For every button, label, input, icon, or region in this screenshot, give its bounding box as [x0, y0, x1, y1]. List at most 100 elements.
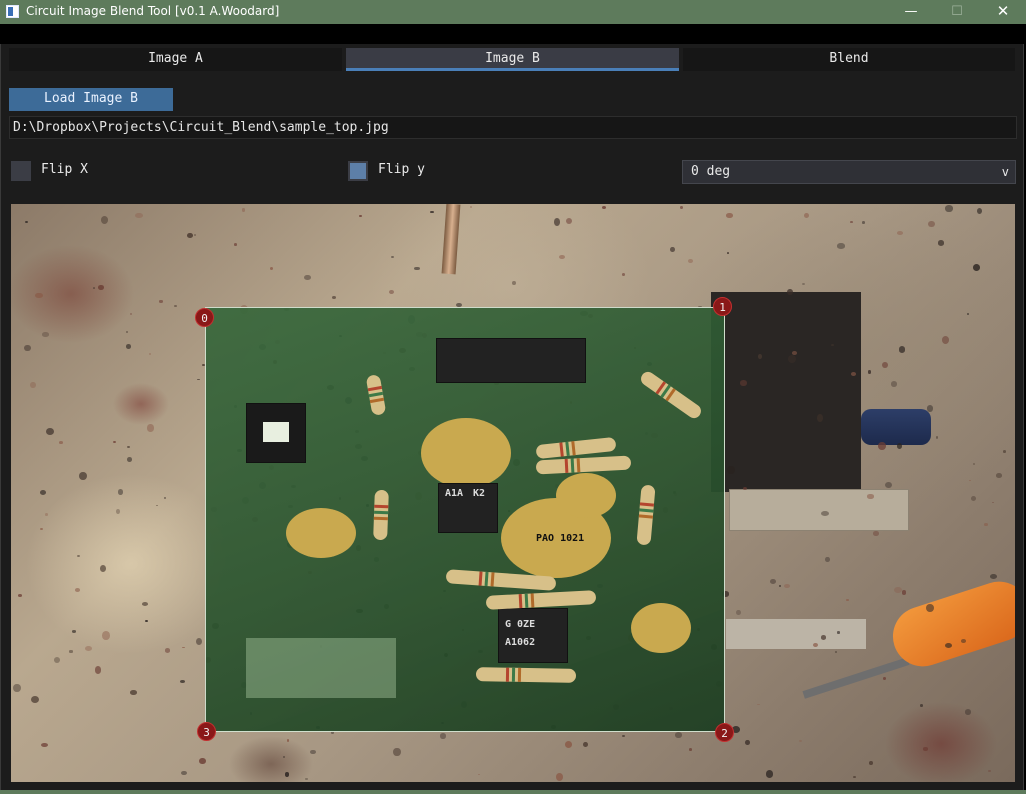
app-icon: [6, 5, 19, 18]
granite-speck: [269, 267, 274, 271]
granite-speck: [966, 312, 970, 316]
granite-speck: [193, 233, 197, 236]
tab-image-a[interactable]: Image A: [9, 48, 342, 71]
corner-marker-3[interactable]: 3: [197, 722, 216, 741]
granite-speck: [118, 489, 123, 495]
tab-blend[interactable]: Blend: [683, 48, 1015, 71]
granite-speck: [75, 588, 81, 592]
granite-speck: [100, 565, 107, 573]
granite-speck: [125, 330, 129, 333]
granite-speck: [309, 749, 316, 755]
granite-speck: [928, 220, 936, 228]
granite-speck: [469, 206, 472, 208]
granite-speck: [995, 473, 1002, 478]
image-canvas[interactable]: A1A K2 A1062 G 0ZE PAO 1021 0 1 2 3: [11, 204, 1015, 782]
granite-speck: [511, 280, 516, 286]
tab-image-b[interactable]: Image B: [346, 48, 679, 71]
granite-speck: [41, 742, 49, 747]
close-button[interactable]: ✕: [980, 0, 1026, 24]
granite-speck: [897, 231, 904, 235]
granite-speck: [477, 773, 481, 776]
flip-x-checkbox[interactable]: [11, 161, 31, 181]
granite-speck: [199, 757, 206, 765]
granite-speck: [801, 282, 805, 286]
granite-speck: [92, 286, 96, 289]
file-path-field[interactable]: D:\Dropbox\Projects\Circuit_Blend\sample…: [9, 116, 1017, 139]
granite-speck: [945, 205, 953, 212]
granite-speck: [765, 770, 774, 778]
granite-speck: [79, 471, 87, 480]
app-body: Image A Image B Blend Load Image B D:\Dr…: [0, 44, 1024, 790]
resistor: [638, 369, 704, 421]
granite-speck: [564, 740, 573, 748]
rotation-select[interactable]: 0 deg v: [682, 160, 1016, 184]
transistor-chip: A1062 G 0ZE: [498, 608, 568, 663]
granite-speck: [282, 756, 286, 758]
granite-speck: [556, 773, 563, 781]
granite-speck: [181, 770, 188, 776]
granite-speck: [621, 734, 625, 738]
flip-y-label: Flip y: [378, 162, 425, 177]
granite-speck: [145, 620, 148, 623]
tab-bar: Image A Image B Blend: [9, 48, 1015, 71]
resistor: [535, 436, 617, 460]
corner-marker-2[interactable]: 2: [715, 723, 734, 742]
granite-speck: [179, 680, 185, 684]
granite-speck: [126, 457, 133, 463]
granite-speck: [868, 370, 871, 374]
granite-speck: [24, 221, 28, 224]
granite-speck: [30, 695, 39, 703]
granite-speck: [173, 304, 178, 308]
granite-speck: [85, 646, 93, 652]
granite-speck: [970, 496, 976, 501]
granite-speck: [94, 665, 102, 674]
granite-speck: [234, 243, 238, 246]
window-border: [0, 790, 1026, 794]
corner-marker-1[interactable]: 1: [713, 297, 732, 316]
granite-speck: [845, 598, 850, 602]
granite-speck: [1002, 449, 1007, 453]
granite-speck: [961, 638, 966, 643]
granite-speck: [831, 343, 834, 346]
granite-speck: [769, 579, 776, 585]
granite-speck: [195, 637, 202, 645]
minimize-button[interactable]: —: [888, 0, 934, 24]
granite-speck: [726, 213, 733, 218]
granite-speck: [147, 424, 154, 432]
image-b-overlay[interactable]: A1A K2 A1062 G 0ZE PAO 1021: [205, 307, 725, 732]
inductor: [246, 403, 306, 463]
granite-speck: [976, 208, 982, 215]
granite-speck: [825, 557, 830, 563]
granite-speck: [39, 489, 47, 495]
granite-speck: [784, 584, 790, 589]
capacitor-label: PAO 1021: [536, 533, 585, 544]
granite-speck: [965, 709, 972, 716]
flip-y-checkbox[interactable]: [348, 161, 368, 181]
window-title-bar: Circuit Image Blend Tool [v0.1 A.Woodard…: [0, 0, 1026, 24]
granite-speck: [187, 232, 193, 238]
granite-speck: [926, 603, 935, 612]
granite-speck: [923, 747, 928, 751]
granite-speck: [757, 354, 762, 359]
granite-speck: [744, 739, 750, 746]
granite-speck: [359, 214, 362, 218]
load-image-b-button[interactable]: Load Image B: [9, 88, 173, 111]
granite-speck: [18, 594, 22, 597]
granite-speck: [129, 313, 133, 316]
corner-marker-0[interactable]: 0: [195, 308, 214, 327]
granite-speck: [867, 494, 874, 499]
granite-speck: [559, 255, 566, 260]
granite-speck: [135, 212, 144, 219]
maximize-button[interactable]: ☐: [934, 0, 980, 24]
granite-speck: [990, 573, 997, 579]
granite-speck: [303, 275, 311, 281]
granite-speck: [35, 292, 43, 299]
resistor: [535, 455, 632, 475]
granite-speck: [331, 295, 336, 299]
granite-speck: [621, 272, 626, 276]
granite-speck: [935, 436, 939, 439]
granite-speck: [414, 266, 421, 271]
metal-bracket-photo-element: [729, 489, 909, 531]
granite-speck: [24, 345, 31, 352]
metal-lug-photo-element: [726, 619, 866, 649]
